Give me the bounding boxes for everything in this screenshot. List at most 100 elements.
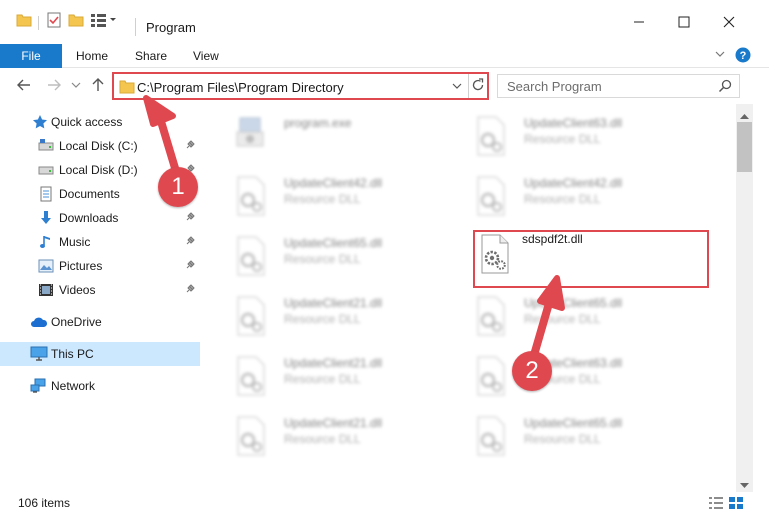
file-name: UpdateClient42.dll: [524, 176, 623, 190]
pin-icon[interactable]: [184, 139, 196, 154]
up-button[interactable]: [88, 76, 108, 96]
exe-file-icon: [234, 116, 268, 153]
file-name: UpdateClient65.dll: [524, 416, 623, 430]
drive-icon: [38, 162, 54, 178]
pin-icon[interactable]: [184, 283, 196, 298]
file-item[interactable]: UpdateClient63.dll Resource DLL: [452, 348, 692, 404]
file-type: Resource DLL: [284, 432, 361, 446]
customize-toolbar-icon[interactable]: [90, 12, 120, 31]
refresh-icon[interactable]: [471, 78, 485, 95]
step-1-badge: 1: [158, 167, 198, 207]
file-item[interactable]: UpdateClient65.dll Resource DLL: [212, 228, 452, 284]
sidebar-item-pictures[interactable]: Pictures: [0, 254, 200, 278]
sidebar-item-onedrive[interactable]: OneDrive: [0, 310, 200, 334]
vertical-scrollbar[interactable]: [736, 104, 753, 496]
file-name: UpdateClient65.dll: [524, 296, 623, 310]
pin-icon[interactable]: [184, 211, 196, 226]
folder-icon[interactable]: [16, 12, 32, 31]
network-icon: [30, 378, 46, 394]
search-input[interactable]: Search Program: [507, 79, 602, 94]
large-icons-view-icon[interactable]: [728, 496, 744, 513]
window-title: Program: [146, 20, 196, 35]
sidebar-item-music[interactable]: Music: [0, 230, 200, 254]
sidebar-item-label: OneDrive: [51, 315, 102, 329]
sidebar-item-local-disk-c[interactable]: Local Disk (C:): [0, 134, 200, 158]
file-type: Resource DLL: [524, 192, 601, 206]
file-item[interactable]: UpdateClient63.dll Resource DLL: [452, 108, 692, 164]
sidebar-item-label: Network: [51, 379, 96, 393]
folder-icon: [119, 80, 135, 97]
sidebar-item-network[interactable]: Network: [0, 374, 200, 398]
close-button[interactable]: [714, 10, 744, 36]
minimize-icon: [633, 16, 645, 31]
sidebar-item-label: Local Disk (C:): [59, 139, 138, 153]
dll-file-icon: [234, 236, 268, 279]
pictures-icon: [38, 258, 54, 274]
dll-file-icon: [234, 356, 268, 399]
sidebar-item-this-pc[interactable]: This PC: [0, 342, 200, 366]
sidebar-item-videos[interactable]: Videos: [0, 278, 200, 302]
address-bar[interactable]: C:\Program Files\Program Directory: [112, 72, 489, 100]
sidebar-item-quick-access[interactable]: Quick access: [0, 110, 200, 134]
new-folder-icon[interactable]: [68, 12, 84, 31]
sidebar-item-label: Music: [59, 235, 91, 249]
file-type: Resource DLL: [284, 252, 361, 266]
maximize-icon: [678, 16, 690, 31]
recent-locations-button[interactable]: [66, 76, 86, 96]
music-icon: [38, 234, 54, 250]
step-2-badge: 2: [512, 351, 552, 391]
sidebar-item-downloads[interactable]: Downloads: [0, 206, 200, 230]
minimize-button[interactable]: [624, 10, 654, 36]
cloud-icon: [30, 314, 48, 330]
scroll-thumb[interactable]: [737, 122, 752, 172]
file-item[interactable]: program.exe: [212, 108, 452, 164]
download-icon: [38, 210, 54, 226]
forward-button[interactable]: [44, 76, 64, 96]
arrow-right-icon: [46, 77, 62, 96]
tab-home[interactable]: Home: [76, 44, 108, 68]
maximize-button[interactable]: [669, 10, 699, 36]
pin-icon[interactable]: [184, 235, 196, 250]
scroll-down-icon[interactable]: [740, 478, 749, 492]
expand-ribbon-icon[interactable]: [714, 48, 726, 63]
dll-file-icon: [234, 416, 268, 459]
arrow-left-icon: [16, 77, 32, 96]
file-list: program.exe UpdateClient63.dll Resource …: [202, 106, 736, 486]
drive-icon: [38, 138, 54, 154]
properties-icon[interactable]: [46, 12, 62, 31]
file-item[interactable]: UpdateClient65.dll Resource DLL: [452, 408, 692, 464]
file-type: Resource DLL: [524, 312, 601, 326]
toolbar-divider: [38, 16, 39, 30]
search-box[interactable]: Search Program: [497, 74, 740, 98]
title-bar: Program: [0, 0, 769, 40]
file-item[interactable]: UpdateClient65.dll Resource DLL: [452, 288, 692, 344]
file-name: UpdateClient63.dll: [524, 116, 623, 130]
details-view-icon[interactable]: [708, 496, 724, 513]
file-name: UpdateClient21.dll: [284, 416, 383, 430]
title-divider: [135, 18, 136, 36]
file-item[interactable]: UpdateClient21.dll Resource DLL: [212, 408, 452, 464]
file-name: UpdateClient21.dll: [284, 296, 383, 310]
file-item[interactable]: UpdateClient21.dll Resource DLL: [212, 348, 452, 404]
search-icon[interactable]: [718, 79, 732, 96]
dll-file-icon: [474, 356, 508, 399]
tab-view[interactable]: View: [193, 44, 219, 68]
dll-file-icon: [474, 296, 508, 339]
sidebar-item-label: Videos: [59, 283, 96, 297]
file-item[interactable]: UpdateClient42.dll Resource DLL: [212, 168, 452, 224]
scroll-up-icon[interactable]: [740, 108, 749, 122]
file-type: Resource DLL: [284, 372, 361, 386]
file-item[interactable]: UpdateClient42.dll Resource DLL: [452, 168, 692, 224]
navigation-pane: Quick access Local Disk (C:) Local Disk …: [0, 106, 200, 486]
dll-file-icon: [234, 176, 268, 219]
chevron-down-icon[interactable]: [451, 80, 463, 95]
back-button[interactable]: [14, 76, 34, 96]
sidebar-item-label: Quick access: [51, 115, 123, 129]
tab-file[interactable]: File: [0, 44, 62, 68]
pin-icon[interactable]: [184, 259, 196, 274]
help-icon[interactable]: ?: [735, 47, 751, 66]
file-item[interactable]: UpdateClient21.dll Resource DLL: [212, 288, 452, 344]
sidebar-item-label: Local Disk (D:): [59, 163, 138, 177]
tab-share[interactable]: Share: [135, 44, 167, 68]
item-count: 106 items: [18, 496, 71, 510]
